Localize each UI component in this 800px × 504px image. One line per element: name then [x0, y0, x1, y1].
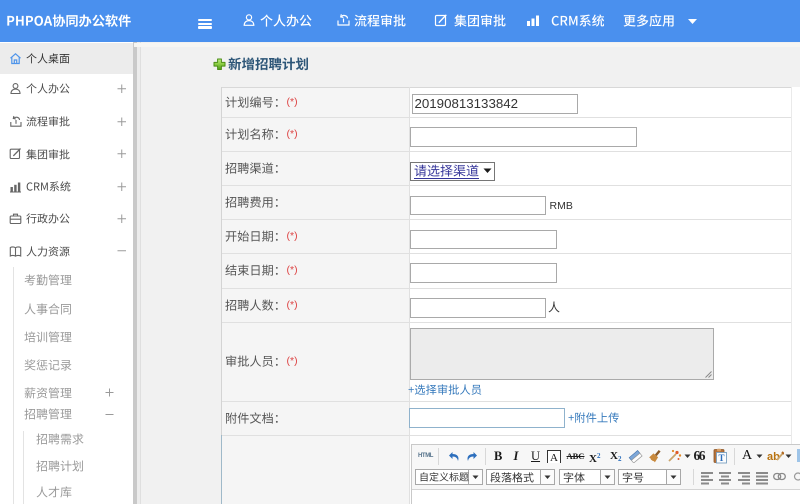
svg-text:ab: ab [767, 451, 780, 463]
svg-text:A: A [550, 452, 558, 464]
svg-text:T: T [718, 453, 724, 463]
